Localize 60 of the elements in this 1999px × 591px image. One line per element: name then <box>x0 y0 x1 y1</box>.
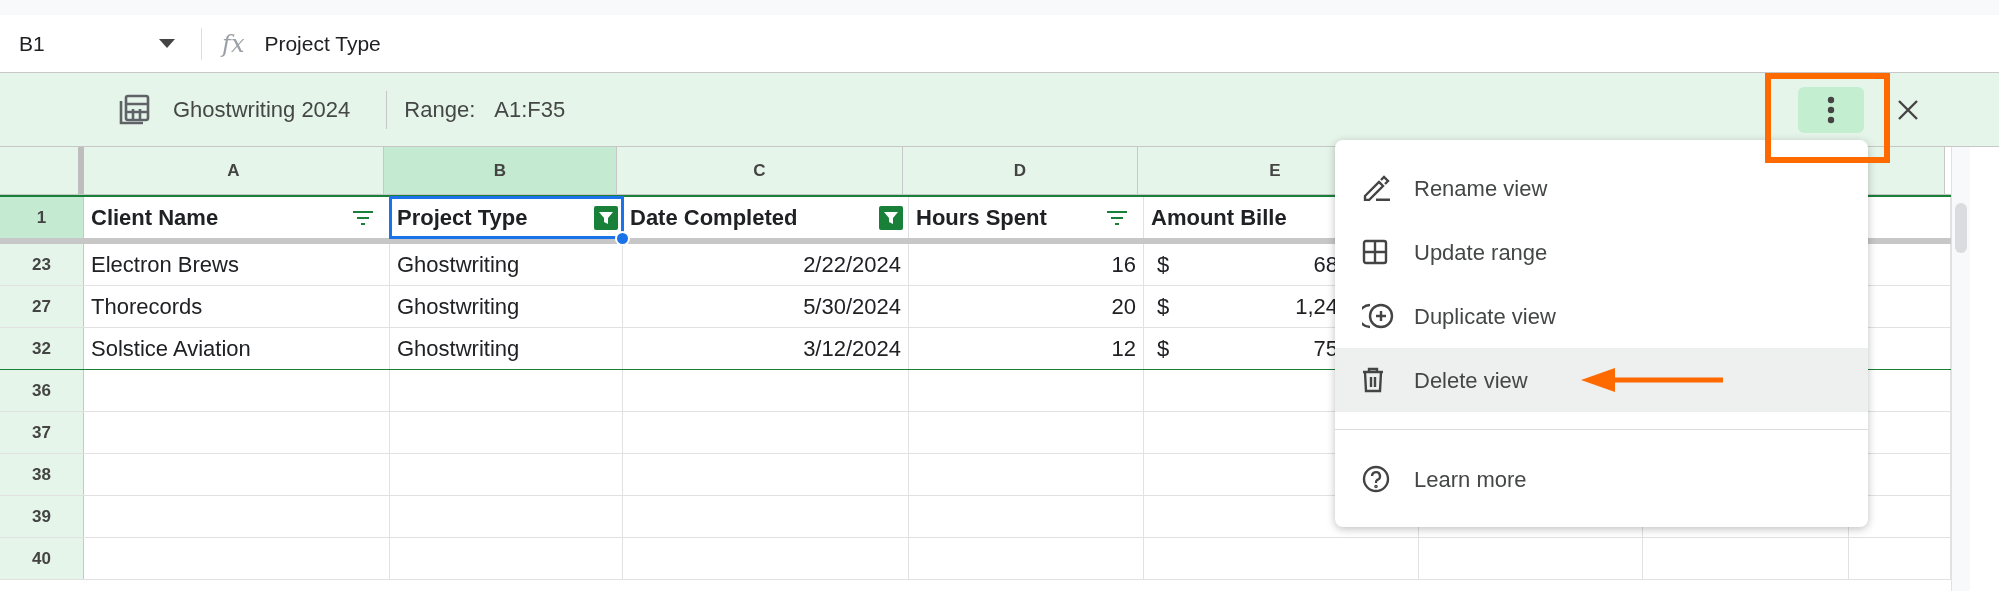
selection-handle[interactable] <box>615 231 630 246</box>
table-cell: Solstice Aviation <box>84 328 390 369</box>
row-number[interactable]: 38 <box>0 454 84 495</box>
menu-item[interactable]: Learn more <box>1335 447 1868 511</box>
column-title: Amount Bille <box>1151 204 1287 232</box>
column-header[interactable]: D <box>903 147 1138 194</box>
grid-icon <box>1362 239 1388 265</box>
column-title: Hours Spent <box>916 204 1047 232</box>
menu-item[interactable]: Duplicate view <box>1335 284 1868 348</box>
filter-view-name[interactable]: Ghostwriting 2024 <box>173 93 351 126</box>
table-cell: Ghostwriting <box>390 286 623 327</box>
row-number[interactable]: 23 <box>0 244 84 285</box>
column-title: Project Type <box>397 204 528 232</box>
table-cell: Electron Brews <box>84 244 390 285</box>
table-cell: 20 <box>909 286 1144 327</box>
active-filter-icon[interactable] <box>594 205 618 230</box>
table-cell: 2/22/2024 <box>623 244 909 285</box>
column-header[interactable]: C <box>617 147 903 194</box>
row-number[interactable]: 40 <box>0 538 84 579</box>
more-icon <box>1827 95 1835 124</box>
active-filter-icon[interactable] <box>879 205 903 230</box>
more-options-button[interactable] <box>1798 86 1864 133</box>
caret-icon[interactable] <box>159 39 175 48</box>
range-value[interactable]: A1:F35 <box>494 93 566 126</box>
table-cell: Ghostwriting <box>390 244 623 285</box>
table-cell: 16 <box>909 244 1144 285</box>
duplicate-icon <box>1362 302 1394 330</box>
trash-icon <box>1362 367 1384 393</box>
row-number[interactable]: 36 <box>0 370 84 411</box>
table-cell: Ghostwriting <box>390 328 623 369</box>
table-cell: Thorecords <box>84 286 390 327</box>
filter-view-icon <box>117 92 151 127</box>
filter-icon[interactable] <box>1106 210 1128 225</box>
column-title: Date Completed <box>630 204 798 232</box>
currency-symbol: $ <box>1157 293 1170 321</box>
table-cell: 3/12/2024 <box>623 328 909 369</box>
close-icon[interactable] <box>1897 98 1919 121</box>
currency-symbol: $ <box>1157 335 1170 363</box>
cell-reference[interactable]: B1 <box>19 27 159 60</box>
range-label: Range: <box>404 96 476 124</box>
amount-value: 1,24 <box>1295 293 1338 321</box>
scrollbar[interactable] <box>1951 147 1970 591</box>
table-cell: 12 <box>909 328 1144 369</box>
row-number[interactable]: 39 <box>0 496 84 537</box>
formula-input[interactable]: Project Type <box>264 27 381 60</box>
currency-symbol: $ <box>1157 251 1170 279</box>
row-number[interactable]: 27 <box>0 286 84 327</box>
table-cell: 5/30/2024 <box>623 286 909 327</box>
row-number[interactable]: 37 <box>0 412 84 453</box>
help-icon <box>1362 465 1390 493</box>
row-number[interactable]: 1 <box>0 197 84 238</box>
pencil-icon <box>1362 175 1392 201</box>
column-title: Client Name <box>91 204 219 232</box>
header-cell[interactable]: Project Type <box>390 197 623 238</box>
fx-label: fx <box>222 28 245 60</box>
column-header[interactable]: B <box>384 147 617 194</box>
column-header[interactable]: A <box>84 147 384 194</box>
filter-icon[interactable] <box>352 210 374 225</box>
menu-item[interactable]: Delete view <box>1335 348 1868 412</box>
row-number[interactable]: 32 <box>0 328 84 369</box>
